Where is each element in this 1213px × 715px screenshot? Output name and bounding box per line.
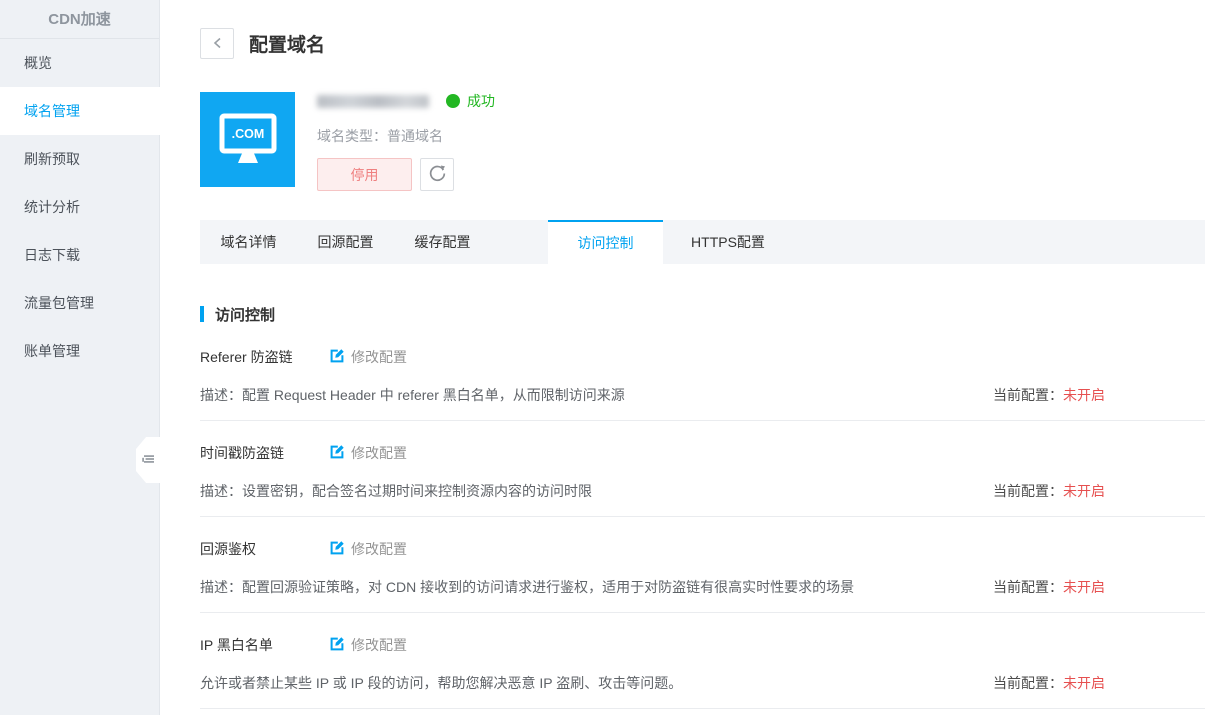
sidebar-item-domain-management[interactable]: 域名管理 [0,87,160,135]
config-item-title: 回源鉴权 [200,539,330,559]
domain-card: .COM 成功 域名类型：普通域名 停用 [200,92,1205,191]
domain-info: 成功 域名类型：普通域名 停用 [317,92,495,191]
config-item-origin-auth: 回源鉴权 修改配置 描述：配置回源验证策略，对 CDN 接收到的访问请求进行鉴权… [200,517,1205,613]
app-window: CDN加速 概览 域名管理 刷新预取 统计分析 日志下载 流量包管理 账单管理 [0,0,1213,715]
page-title: 配置域名 [249,30,325,57]
current-config-label: 当前配置： [993,483,1063,499]
current-config-status: 当前配置：未开启 [993,481,1105,501]
sidebar-item-billing[interactable]: 账单管理 [0,327,159,375]
config-item-referer: Referer 防盗链 修改配置 描述：配置 Request Header 中 … [200,325,1205,421]
current-config-label: 当前配置： [993,387,1063,403]
config-item-title: Referer 防盗链 [200,347,330,367]
refresh-button[interactable] [420,158,454,191]
current-config-status: 当前配置：未开启 [993,385,1105,405]
section-title-text: 访问控制 [215,304,275,325]
edit-config-link[interactable]: 修改配置 [330,635,407,655]
tab-origin-config[interactable]: 回源配置 [297,220,394,264]
domain-name-row: 成功 [317,93,495,109]
edit-config-link[interactable]: 修改配置 [330,539,407,559]
edit-config-link[interactable]: 修改配置 [330,347,407,367]
config-item-description: 描述：配置回源验证策略，对 CDN 接收到的访问请求进行鉴权，适用于对防盗链有很… [200,577,854,597]
tab-cache-config[interactable]: 缓存配置 [394,220,491,264]
domain-com-icon: .COM [200,92,295,187]
status-dot-icon [446,94,460,108]
section-accent-bar [200,306,204,322]
config-item-description: 描述：设置密钥，配合签名过期时间来控制资源内容的访问时限 [200,481,592,501]
edit-icon [330,349,344,366]
domain-name-redacted [317,95,429,108]
sidebar-nav: 概览 域名管理 刷新预取 统计分析 日志下载 流量包管理 账单管理 [0,39,159,375]
collapse-menu-icon [141,452,155,469]
edit-icon [330,445,344,462]
sidebar: CDN加速 概览 域名管理 刷新预取 统计分析 日志下载 流量包管理 账单管理 [0,0,160,715]
config-item-description: 允许或者禁止某些 IP 或 IP 段的访问，帮助您解决恶意 IP 盗刷、攻击等问… [200,673,682,693]
section-header: 访问控制 [200,305,1205,323]
main-content: 配置域名 .COM 成功 域名类型：普通域名 停用 [160,0,1213,715]
edit-config-link[interactable]: 修改配置 [330,443,407,463]
tab-access-control[interactable]: 访问控制 [548,220,663,264]
edit-icon [330,541,344,558]
config-item-timestamp: 时间戳防盗链 修改配置 描述：设置密钥，配合签名过期时间来控制资源内容的访问时限 [200,421,1205,517]
disable-button[interactable]: 停用 [317,158,412,191]
domain-type: 域名类型：普通域名 [317,126,495,144]
domain-status: 成功 [467,91,495,111]
sidebar-title: CDN加速 [0,0,159,39]
current-config-status: 当前配置：未开启 [993,673,1105,693]
config-item-description: 描述：配置 Request Header 中 referer 黑白名单，从而限制… [200,385,625,405]
tab-bar: 域名详情 回源配置 缓存配置 访问控制 HTTPS配置 [200,220,1205,264]
current-config-label: 当前配置： [993,579,1063,595]
current-config-value: 未开启 [1063,675,1105,691]
sidebar-item-log-download[interactable]: 日志下载 [0,231,159,279]
edit-config-label: 修改配置 [351,635,407,655]
edit-config-label: 修改配置 [351,347,407,367]
config-item-title: 时间戳防盗链 [200,443,330,463]
config-item-title: IP 黑白名单 [200,635,330,655]
back-button[interactable] [200,28,234,59]
sidebar-item-statistics[interactable]: 统计分析 [0,183,159,231]
access-control-list: Referer 防盗链 修改配置 描述：配置 Request Header 中 … [200,325,1205,709]
edit-config-label: 修改配置 [351,539,407,559]
current-config-value: 未开启 [1063,387,1105,403]
chevron-left-icon [212,36,223,52]
domain-actions: 停用 [317,158,495,191]
refresh-icon [428,164,447,186]
edit-config-label: 修改配置 [351,443,407,463]
domain-icon-label: .COM [231,127,264,141]
current-config-value: 未开启 [1063,483,1105,499]
sidebar-item-refresh-prefetch[interactable]: 刷新预取 [0,135,159,183]
sidebar-collapse-handle[interactable] [136,437,160,483]
sidebar-item-overview[interactable]: 概览 [0,39,159,87]
current-config-label: 当前配置： [993,675,1063,691]
tab-domain-details[interactable]: 域名详情 [200,220,297,264]
tab-https-config[interactable]: HTTPS配置 [663,220,793,264]
edit-icon [330,637,344,654]
config-item-ip-list: IP 黑白名单 修改配置 允许或者禁止某些 IP 或 IP 段的访问，帮助您解决… [200,613,1205,709]
sidebar-item-traffic-package[interactable]: 流量包管理 [0,279,159,327]
current-config-status: 当前配置：未开启 [993,577,1105,597]
page-header: 配置域名 [200,28,1205,59]
current-config-value: 未开启 [1063,579,1105,595]
